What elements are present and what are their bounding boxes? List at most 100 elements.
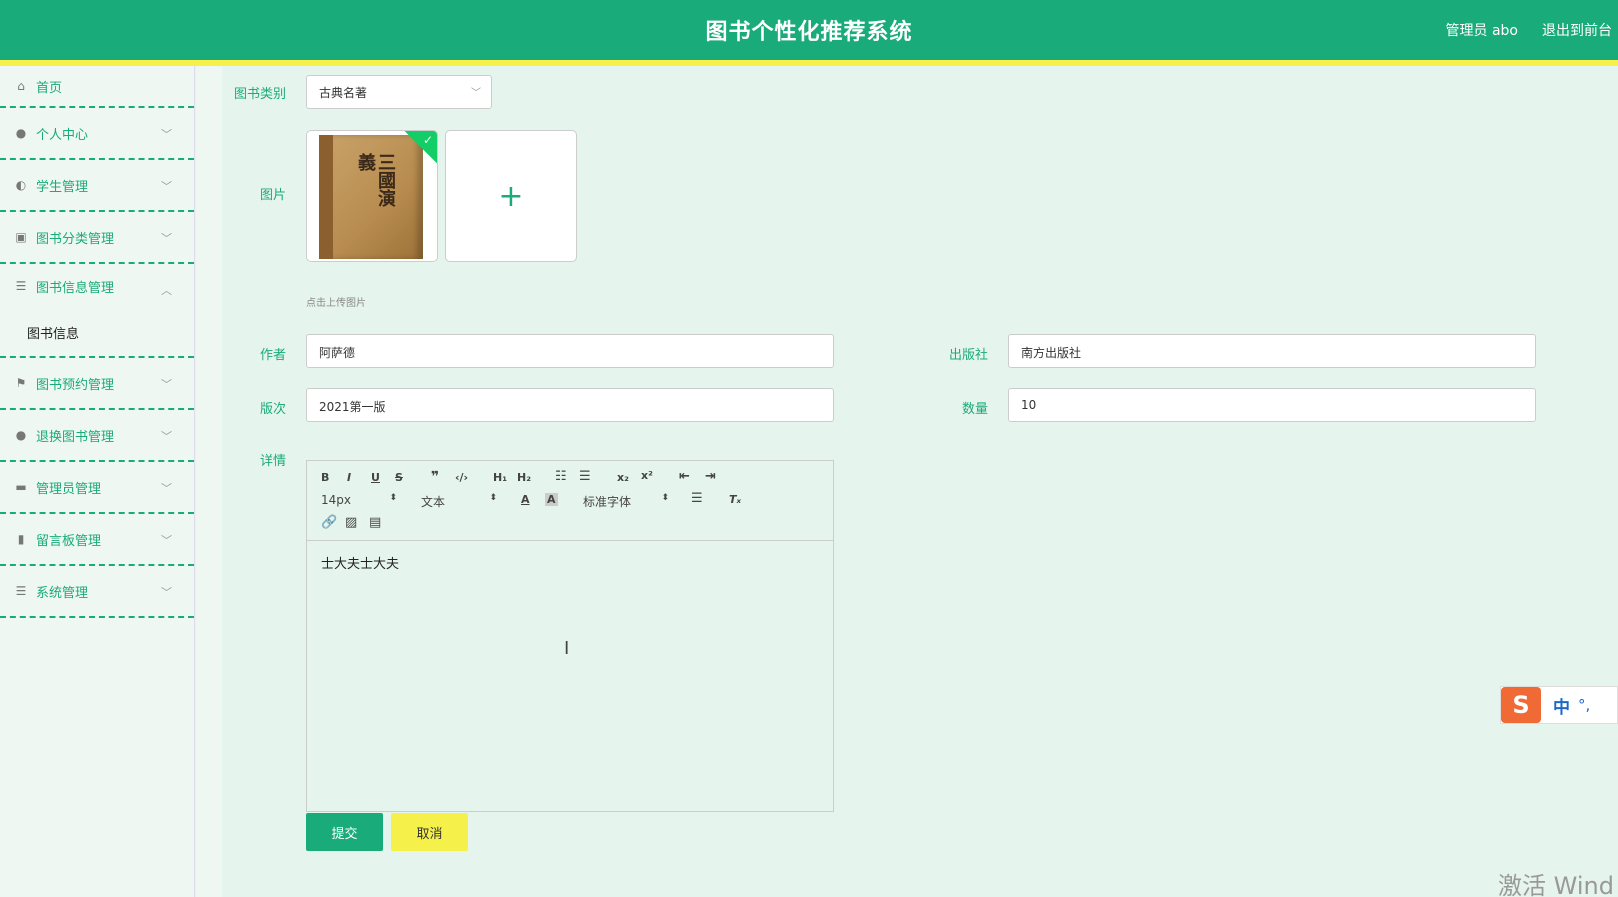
chevron-up-icon: ︿ [161, 284, 172, 297]
text-color-button[interactable]: A [521, 493, 530, 506]
list-icon: ☰ [15, 584, 27, 598]
user-icon: ● [15, 428, 27, 442]
publisher-label: 出版社 [948, 348, 988, 363]
sidebar-item-book-category[interactable]: ▣ 图书分类管理 ﹀ [0, 212, 194, 264]
category-select-value: 古典名著 [319, 86, 368, 100]
underline-button[interactable]: U [371, 471, 380, 484]
publisher-field[interactable]: 南方出版社 [1008, 334, 1536, 368]
background-color-button[interactable]: A [545, 493, 558, 506]
chevron-down-icon: ﹀ [161, 180, 172, 193]
sidebar-item-book-info[interactable]: ☰ 图书信息管理 ︿ [0, 264, 194, 308]
cancel-button[interactable]: 取消 [391, 813, 468, 851]
bold-button[interactable]: B [321, 471, 329, 484]
category-label: 图书类别 [234, 87, 287, 102]
sidebar-item-label: 管理员管理 [36, 481, 102, 497]
subscript-button[interactable]: x₂ [617, 471, 629, 484]
sidebar-gutter [196, 66, 222, 897]
sidebar-item-returns[interactable]: ● 退换图书管理 ﹀ [0, 410, 194, 462]
sidebar-item-label: 系统管理 [36, 585, 89, 601]
clear-format-icon[interactable]: Tₓ [729, 493, 741, 506]
author-field[interactable]: 阿萨德 [306, 334, 834, 368]
italic-button[interactable]: I [347, 471, 351, 484]
heading-select[interactable]: 文本 ⬍ [421, 493, 497, 510]
heading-value: 文本 [421, 495, 446, 509]
submit-button[interactable]: 提交 [306, 813, 383, 851]
book-cover-image: 三國演義 [319, 135, 423, 259]
upload-hint: 点击上传图片 [306, 298, 366, 309]
chevron-down-icon: ﹀ [161, 430, 172, 443]
home-icon: ⌂ [17, 79, 25, 93]
ime-punctuation-toggle[interactable]: °, [1578, 696, 1590, 714]
editor-content[interactable]: 士大夫士大夫 [307, 541, 833, 584]
sidebar-item-messages[interactable]: ▮ 留言板管理 ﹀ [0, 514, 194, 566]
sidebar-item-personal-center[interactable]: ● 个人中心 ﹀ [0, 108, 194, 160]
sidebar-item-label: 学生管理 [36, 179, 89, 195]
sidebar-item-label: 首页 [36, 80, 63, 96]
updown-icon: ⬍ [389, 493, 397, 503]
strikethrough-button[interactable]: S [395, 471, 403, 484]
font-size-value: 14px [321, 493, 351, 507]
font-family-select[interactable]: 标准字体 ⬍ [583, 493, 669, 510]
chevron-down-icon: ﹀ [161, 378, 172, 391]
rich-text-editor: B I U S ❞ ‹/› H₁ H₂ ☷ ☰ x₂ x² ⇤ ⇥ 14px ⬍… [306, 460, 834, 812]
sidebar-item-label: 图书预约管理 [36, 377, 115, 393]
top-bar: 图书个性化推荐系统 管理员 abo 退出到前台 [0, 0, 1618, 60]
sidebar-item-students[interactable]: ◐ 学生管理 ﹀ [0, 160, 194, 212]
link-icon[interactable]: 🔗 [321, 515, 337, 530]
image-icon[interactable]: ▨ [345, 515, 357, 530]
superscript-button[interactable]: x² [641, 469, 653, 482]
flag-icon: ⚑ [15, 376, 27, 390]
sidebar-item-system[interactable]: ☰ 系统管理 ﹀ [0, 566, 194, 618]
video-icon[interactable]: ▤ [369, 515, 381, 530]
list-icon: ☰ [15, 279, 27, 293]
chevron-down-icon: ﹀ [471, 88, 481, 99]
sidebar-subitem-book-info[interactable]: 图书信息 [0, 308, 194, 358]
font-size-select[interactable]: 14px ⬍ [321, 493, 397, 507]
chevron-down-icon: ﹀ [161, 232, 172, 245]
edition-label: 版次 [259, 402, 286, 417]
updown-icon: ⬍ [661, 493, 669, 503]
sidebar-item-home[interactable]: ⌂ 首页 [0, 66, 194, 108]
h1-button[interactable]: H₁ [493, 471, 507, 484]
blockquote-button[interactable]: ❞ [431, 469, 439, 485]
image-label: 图片 [259, 188, 286, 203]
mic-icon: ◐ [15, 178, 27, 192]
category-select[interactable]: 古典名著 ﹀ [306, 75, 492, 109]
author-label: 作者 [259, 348, 286, 363]
windows-activation-watermark: 激活 Wind [1498, 872, 1614, 897]
quantity-label: 数量 [961, 402, 988, 417]
align-icon[interactable]: ☰ [691, 491, 703, 506]
code-button[interactable]: ‹/› [455, 471, 468, 484]
sidebar-item-label: 退换图书管理 [36, 429, 115, 445]
indent-icon[interactable]: ⇥ [705, 469, 716, 484]
admin-user-label: 管理员 abo [1445, 23, 1518, 39]
edition-field[interactable]: 2021第一版 [306, 388, 834, 422]
user-icon: ● [15, 126, 27, 140]
bullet-list-icon[interactable]: ☰ [579, 469, 591, 484]
text-cursor-icon: I [564, 638, 570, 659]
monitor-icon: ▬ [15, 480, 27, 494]
sidebar-item-admins[interactable]: ▬ 管理员管理 ﹀ [0, 462, 194, 514]
logout-link[interactable]: 退出到前台 [1542, 20, 1612, 40]
sidebar: ⌂ 首页 ● 个人中心 ﹀ ◐ 学生管理 ﹀ ▣ 图书分类管理 ﹀ ☰ 图书信息… [0, 66, 195, 897]
upload-image-button[interactable]: + [445, 130, 577, 262]
chevron-down-icon: ﹀ [161, 128, 172, 141]
ordered-list-icon[interactable]: ☷ [555, 469, 567, 484]
chevron-down-icon: ﹀ [161, 586, 172, 599]
detail-label: 详情 [259, 454, 286, 469]
uploaded-image-thumbnail[interactable]: 三國演義 ✓ [306, 130, 438, 262]
main-form: 图书类别 古典名著 ﹀ 图片 三國演義 ✓ + 点击上传图片 作者 阿萨德 出版… [222, 66, 1618, 897]
h2-button[interactable]: H₂ [517, 471, 531, 484]
quantity-field[interactable]: 10 [1008, 388, 1536, 422]
ime-toolbar[interactable]: S 中 °, [1500, 686, 1618, 724]
ime-language-toggle[interactable]: 中 [1553, 693, 1570, 718]
sidebar-item-label: 个人中心 [36, 127, 89, 143]
editor-toolbar: B I U S ❞ ‹/› H₁ H₂ ☷ ☰ x₂ x² ⇤ ⇥ 14px ⬍… [307, 461, 833, 541]
sidebar-item-reservations[interactable]: ⚑ 图书预约管理 ﹀ [0, 358, 194, 410]
sogou-logo-icon: S [1501, 687, 1541, 723]
plus-icon: + [498, 178, 524, 214]
sidebar-item-label: 图书信息管理 [36, 280, 115, 296]
chevron-down-icon: ﹀ [161, 482, 172, 495]
chevron-down-icon: ﹀ [161, 534, 172, 547]
outdent-icon[interactable]: ⇤ [679, 469, 690, 484]
